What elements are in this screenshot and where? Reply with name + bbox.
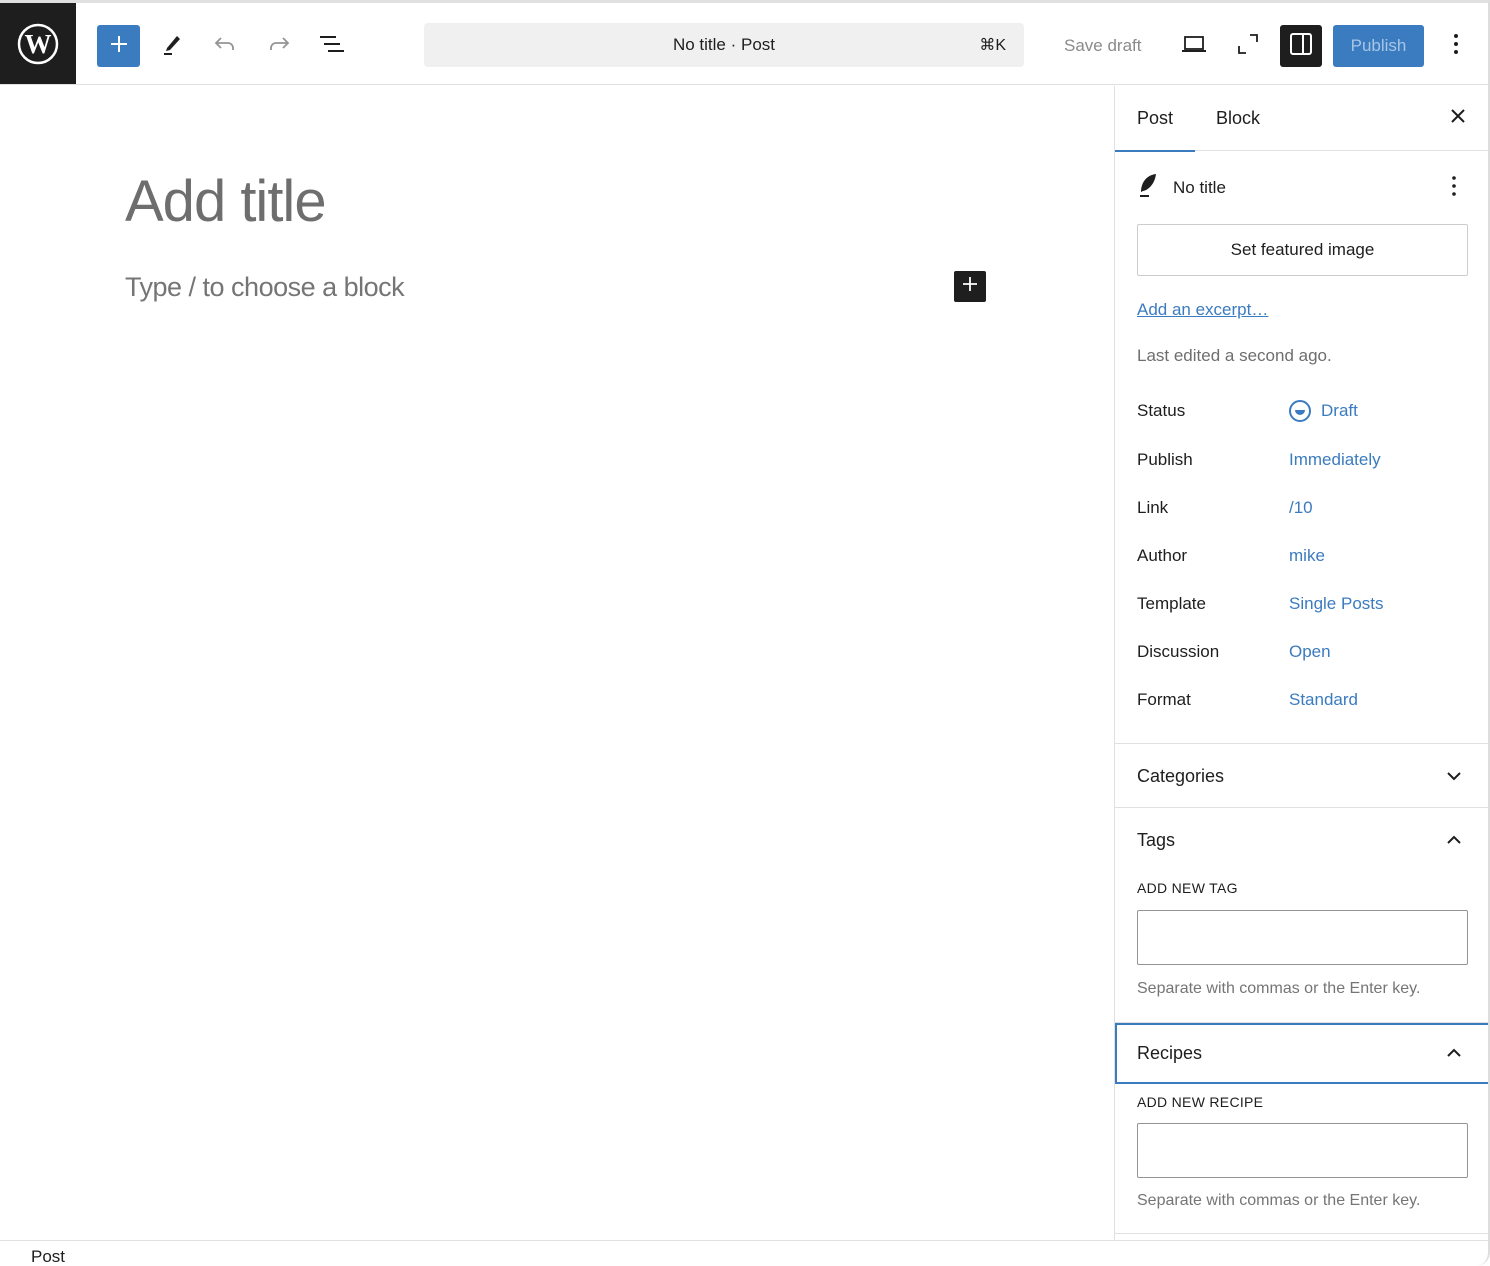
- sidebar-toggle-icon: [1289, 32, 1313, 61]
- meta-label: Template: [1137, 594, 1206, 613]
- editor-window: W No title · Post ⌘K Save draft Publish …: [0, 0, 1490, 1266]
- tab-post[interactable]: Post: [1115, 86, 1195, 152]
- block-inserter-button[interactable]: [97, 25, 140, 67]
- chevron-up-icon: [1444, 830, 1464, 850]
- meta-row-publish: Publish Immediately: [1137, 445, 1467, 475]
- format-button[interactable]: Standard: [1289, 690, 1358, 710]
- pencil-icon: [161, 32, 183, 61]
- discussion-button[interactable]: Open: [1289, 642, 1331, 662]
- categories-panel-toggle[interactable]: Categories: [1115, 744, 1488, 808]
- categories-panel: Categories: [1115, 743, 1488, 808]
- post-card-title: No title: [1173, 177, 1226, 197]
- meta-row-discussion: Discussion Open: [1137, 637, 1467, 667]
- set-featured-image-button[interactable]: Set featured image: [1137, 224, 1468, 276]
- editor-canvas: Add title Type / to choose a block: [0, 86, 1114, 1240]
- options-button[interactable]: [1436, 25, 1476, 67]
- panel-title: Categories: [1137, 765, 1225, 786]
- post-actions-button[interactable]: [1442, 174, 1466, 202]
- svg-text:W: W: [25, 29, 52, 59]
- meta-row-status: Status Draft: [1137, 396, 1467, 426]
- panel-title: Tags: [1137, 829, 1176, 850]
- draft-status-icon: [1289, 400, 1311, 422]
- fullscreen-button[interactable]: [1228, 25, 1268, 67]
- panel-title: Recipes: [1137, 1043, 1203, 1063]
- add-recipe-input[interactable]: [1137, 1123, 1468, 1178]
- undo-icon: [213, 34, 237, 59]
- breadcrumb-post[interactable]: Post: [31, 1247, 65, 1266]
- block-placeholder[interactable]: Type / to choose a block: [125, 272, 405, 303]
- post-summary-panel: No title Set featured image Add an excer…: [1115, 152, 1488, 746]
- post-title-input[interactable]: Add title: [125, 168, 327, 235]
- sidebar-tabs: Post Block: [1115, 86, 1488, 152]
- publish-date-button[interactable]: Immediately: [1289, 450, 1381, 470]
- add-tag-label: ADD NEW TAG: [1137, 880, 1238, 896]
- list-view-button[interactable]: [312, 25, 352, 67]
- add-tag-input[interactable]: [1137, 910, 1468, 965]
- command-palette-button[interactable]: No title · Post ⌘K: [424, 23, 1024, 67]
- redo-icon: [267, 34, 291, 59]
- sidebar-divider: [1115, 1233, 1488, 1240]
- meta-value: Draft: [1321, 401, 1358, 420]
- preview-button[interactable]: [1174, 25, 1214, 67]
- close-icon: [1450, 108, 1466, 129]
- author-button[interactable]: mike: [1289, 546, 1325, 566]
- recipes-help-text: Separate with commas or the Enter key.: [1137, 1192, 1421, 1209]
- tab-block[interactable]: Block: [1216, 86, 1260, 151]
- undo-button[interactable]: [205, 25, 245, 67]
- post-feather-icon: [1137, 172, 1159, 203]
- add-recipe-label: ADD NEW RECIPE: [1137, 1094, 1264, 1110]
- meta-label: Format: [1137, 690, 1191, 709]
- redo-button[interactable]: [259, 25, 299, 67]
- publish-button[interactable]: Publish: [1333, 25, 1424, 67]
- meta-row-format: Format Standard: [1137, 685, 1467, 715]
- plus-icon: [109, 34, 129, 59]
- tags-help-text: Separate with commas or the Enter key.: [1137, 980, 1421, 997]
- tags-panel-toggle[interactable]: Tags: [1115, 808, 1488, 872]
- meta-label: Status: [1137, 401, 1186, 420]
- meta-row-link: Link /10: [1137, 493, 1467, 523]
- save-draft-button[interactable]: Save draft: [1058, 25, 1148, 67]
- add-block-button[interactable]: [954, 271, 986, 302]
- close-sidebar-button[interactable]: [1446, 106, 1470, 130]
- tools-button[interactable]: [152, 25, 192, 67]
- top-toolbar: W No title · Post ⌘K Save draft Publish: [0, 3, 1488, 85]
- permalink-button[interactable]: /10: [1289, 498, 1313, 518]
- document-title: No title · Post: [672, 35, 776, 54]
- more-vertical-icon: [1451, 175, 1457, 202]
- meta-label: Link: [1137, 498, 1169, 517]
- settings-toggle-button[interactable]: [1280, 25, 1322, 67]
- meta-row-author: Author mike: [1137, 541, 1467, 571]
- wordpress-logo-icon[interactable]: W: [0, 3, 76, 84]
- status-button[interactable]: Draft: [1289, 400, 1358, 422]
- last-edited-text: Last edited a second ago.: [1137, 346, 1332, 365]
- add-excerpt-link[interactable]: Add an excerpt…: [1137, 300, 1268, 320]
- tags-panel: Tags ADD NEW TAG Separate with commas or…: [1115, 807, 1488, 1022]
- list-view-icon: [319, 34, 345, 59]
- meta-row-template: Template Single Posts: [1137, 589, 1467, 619]
- meta-label: Publish: [1137, 450, 1193, 469]
- chevron-down-icon: [1444, 766, 1464, 786]
- fullscreen-icon: [1237, 33, 1259, 60]
- post-card: No title: [1137, 172, 1226, 203]
- template-button[interactable]: Single Posts: [1289, 594, 1384, 614]
- settings-sidebar: Post Block No title Set featured image A…: [1114, 86, 1488, 1240]
- block-breadcrumb-bar: Post: [0, 1240, 1488, 1266]
- chevron-up-icon: [1444, 1043, 1464, 1063]
- meta-label: Discussion: [1137, 642, 1220, 661]
- recipes-panel: Recipes ADD NEW RECIPE Separate with com…: [1115, 1022, 1488, 1234]
- laptop-icon: [1180, 34, 1208, 59]
- more-vertical-icon: [1453, 33, 1459, 60]
- recipes-panel-toggle[interactable]: Recipes: [1115, 1023, 1488, 1084]
- plus-icon: [962, 276, 978, 297]
- shortcut-hint: ⌘K: [979, 37, 1006, 54]
- meta-label: Author: [1137, 546, 1188, 565]
